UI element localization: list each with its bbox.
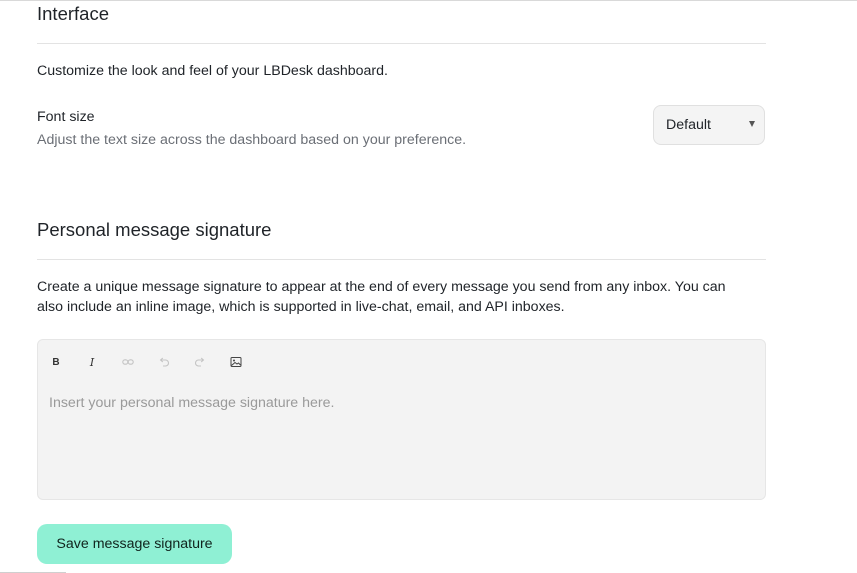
editor-toolbar: B I (48, 354, 264, 370)
signature-divider (37, 259, 766, 260)
chevron-down-icon (749, 121, 755, 127)
link-icon[interactable] (120, 354, 136, 370)
image-upload-icon[interactable] (228, 354, 244, 370)
signature-title: Personal message signature (37, 219, 272, 240)
italic-button[interactable]: I (84, 354, 100, 370)
signature-description-line2: also include an inline image, which is s… (37, 299, 565, 315)
interface-description: Customize the look and feel of your LBDe… (37, 63, 388, 79)
font-size-selected-value: Default (666, 117, 711, 133)
undo-icon[interactable] (156, 354, 172, 370)
signature-description-line1: Create a unique message signature to app… (37, 279, 726, 295)
settings-page: Interface Customize the look and feel of… (0, 0, 857, 573)
signature-editor[interactable]: B I Insert your personal message signatu… (37, 339, 766, 500)
interface-title: Interface (37, 3, 109, 24)
save-signature-button[interactable]: Save message signature (37, 524, 232, 564)
signature-placeholder: Insert your personal message signature h… (49, 395, 335, 411)
bold-button[interactable]: B (48, 354, 64, 370)
font-size-help: Adjust the text size across the dashboar… (37, 132, 467, 148)
redo-icon[interactable] (192, 354, 208, 370)
font-size-label: Font size (37, 109, 95, 125)
interface-divider (37, 43, 766, 44)
font-size-select[interactable]: Default (653, 105, 765, 145)
